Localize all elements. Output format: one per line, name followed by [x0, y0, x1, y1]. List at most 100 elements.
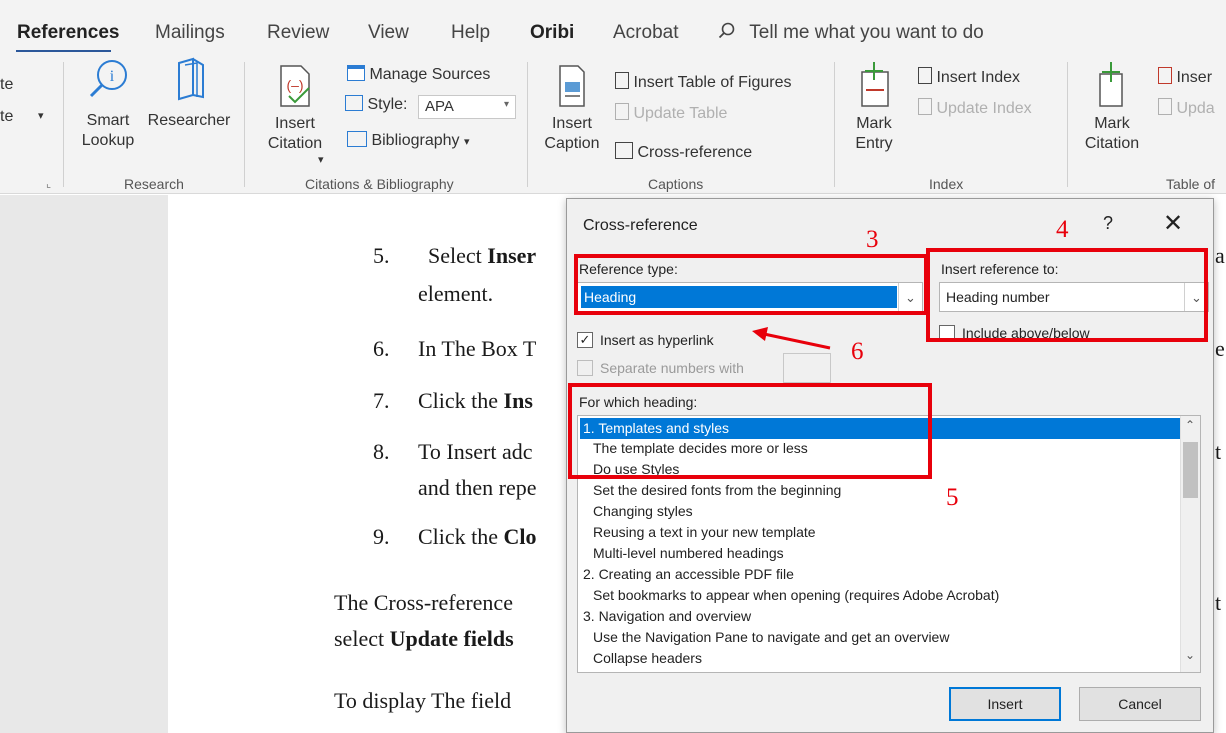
- annotation-number-6: 6: [851, 338, 864, 365]
- paragraph-edge: a: [1215, 243, 1225, 268]
- update-index-icon: [918, 98, 932, 115]
- ribbon-panel: te te ▾ ⌞ i Smart Lookup Researcher Rese…: [0, 52, 1226, 194]
- style-selector[interactable]: Style:: [345, 95, 407, 115]
- tell-me-text: Tell me what you want to do: [749, 22, 984, 43]
- help-button[interactable]: ?: [1103, 213, 1113, 234]
- group-label-research: Research: [124, 176, 184, 192]
- group-separator: [527, 62, 528, 187]
- close-icon[interactable]: ✕: [1163, 209, 1183, 238]
- group-separator: [63, 62, 64, 187]
- style-icon: [345, 95, 363, 111]
- tab-help[interactable]: Help: [451, 22, 490, 44]
- svg-text:(–): (–): [286, 77, 303, 93]
- dialog-launcher-icon[interactable]: ⌞: [46, 174, 51, 194]
- chevron-down-icon[interactable]: ▾: [318, 150, 324, 170]
- tab-view[interactable]: View: [368, 22, 409, 44]
- annotation-arrow-icon: [752, 327, 831, 350]
- update-table-button[interactable]: Update Table: [615, 103, 727, 124]
- insert-table-of-figures-button[interactable]: Insert Table of Figures: [615, 72, 791, 93]
- paragraph-edge: t: [1215, 439, 1222, 464]
- paragraph: To display The field: [334, 688, 512, 713]
- table-of-figures-icon: [615, 72, 629, 89]
- smart-lookup-label: Smart Lookup: [81, 112, 135, 149]
- annotation-box-heading-list: [568, 383, 932, 479]
- list-number: 8.: [373, 439, 390, 464]
- list-item: Select Inser: [428, 243, 537, 268]
- list-number: 5.: [373, 243, 390, 268]
- list-item[interactable]: Collapse headers: [580, 648, 1180, 669]
- mark-entry-icon: [861, 62, 889, 107]
- separate-numbers-label: Separate numbers with: [600, 360, 744, 376]
- partial-ribbon-label-2[interactable]: te: [0, 107, 13, 127]
- heading-list-scrollbar[interactable]: ⌃ ⌄: [1180, 416, 1200, 672]
- mark-citation-button[interactable]: Mark Citation: [1078, 60, 1146, 154]
- group-separator: [244, 62, 245, 187]
- chevron-down-icon[interactable]: ▾: [38, 106, 44, 126]
- cancel-button[interactable]: Cancel: [1079, 687, 1201, 721]
- group-separator: [1067, 62, 1068, 187]
- document-gutter: [0, 195, 168, 733]
- insert-toa-icon: [1158, 67, 1172, 84]
- scrollbar-thumb[interactable]: [1183, 442, 1198, 498]
- group-label-index: Index: [929, 176, 964, 192]
- list-item[interactable]: Set bookmarks to appear when opening (re…: [580, 585, 1180, 606]
- search-icon: [718, 22, 735, 39]
- list-item: and then repe: [418, 475, 537, 500]
- group-label-citations: Citations & Bibliography: [305, 176, 454, 192]
- insert-hyperlink-label: Insert as hyperlink: [600, 332, 714, 348]
- group-label-captions: Captions: [648, 176, 704, 192]
- smart-lookup-icon: i: [89, 60, 127, 98]
- list-number: 9.: [373, 524, 390, 549]
- svg-text:i: i: [110, 68, 115, 85]
- update-table-icon: [615, 103, 629, 120]
- cross-reference-icon: [615, 142, 633, 159]
- separate-numbers-input[interactable]: [783, 353, 831, 383]
- list-item[interactable]: Reusing a text in your new template: [580, 522, 1180, 543]
- annotation-number-5: 5: [946, 484, 959, 511]
- insert-button[interactable]: Insert: [949, 687, 1061, 721]
- chevron-down-icon: ▾: [503, 99, 509, 110]
- separate-numbers-checkbox[interactable]: [577, 360, 593, 376]
- mark-citation-label: Mark Citation: [1084, 115, 1140, 152]
- paragraph-edge: t: [1215, 590, 1222, 615]
- dialog-title: Cross-reference: [583, 217, 698, 234]
- annotation-box-insert-reference: [926, 248, 1208, 342]
- style-combo[interactable]: APA ▾: [418, 95, 516, 119]
- group-label-table-of: Table of: [1166, 176, 1216, 192]
- insert-hyperlink-checkbox[interactable]: ✓: [577, 332, 593, 348]
- list-item[interactable]: Multi-level numbered headings: [580, 543, 1180, 564]
- researcher-button[interactable]: Researcher: [144, 57, 234, 131]
- tell-me-box[interactable]: Tell me what you want to do: [718, 22, 984, 44]
- tab-review[interactable]: Review: [267, 22, 329, 44]
- tab-references[interactable]: References: [17, 22, 119, 44]
- tab-mailings[interactable]: Mailings: [155, 22, 225, 44]
- insert-table-of-authorities-button[interactable]: Inser: [1158, 67, 1212, 88]
- list-item: element.: [418, 281, 494, 306]
- update-index-button[interactable]: Update Index: [918, 98, 1032, 119]
- tab-acrobat[interactable]: Acrobat: [613, 22, 678, 44]
- researcher-icon: [178, 57, 204, 101]
- cross-reference-button[interactable]: Cross-reference: [615, 142, 752, 163]
- chevron-up-icon[interactable]: ⌃: [1185, 418, 1195, 432]
- list-item[interactable]: Set the desired fonts from the beginning: [580, 480, 1180, 501]
- insert-citation-button[interactable]: (–) Insert Citation: [262, 64, 328, 154]
- list-item[interactable]: Changing styles: [580, 501, 1180, 522]
- chevron-down-icon: ▾: [463, 136, 470, 148]
- chevron-down-icon[interactable]: ⌄: [1185, 648, 1195, 662]
- manage-sources-icon: [347, 65, 365, 81]
- smart-lookup-button[interactable]: i Smart Lookup: [74, 57, 142, 151]
- manage-sources-button[interactable]: Manage Sources: [347, 65, 490, 85]
- insert-caption-button[interactable]: Insert Caption: [540, 64, 604, 154]
- mark-entry-button[interactable]: Mark Entry: [848, 60, 900, 154]
- list-number: 7.: [373, 388, 390, 413]
- annotation-number-3: 3: [866, 226, 879, 253]
- update-table-of-authorities-button[interactable]: Upda: [1158, 98, 1215, 119]
- list-item[interactable]: Use the Navigation Pane to navigate and …: [580, 627, 1180, 648]
- tab-oribi[interactable]: Oribi: [530, 22, 574, 44]
- partial-ribbon-label-1[interactable]: te: [0, 75, 13, 95]
- list-item[interactable]: 3. Navigation and overview: [580, 606, 1180, 627]
- insert-index-button[interactable]: Insert Index: [918, 67, 1020, 88]
- bibliography-button[interactable]: Bibliography ▾: [347, 131, 470, 152]
- list-item[interactable]: 2. Creating an accessible PDF file: [580, 564, 1180, 585]
- researcher-label: Researcher: [147, 112, 231, 129]
